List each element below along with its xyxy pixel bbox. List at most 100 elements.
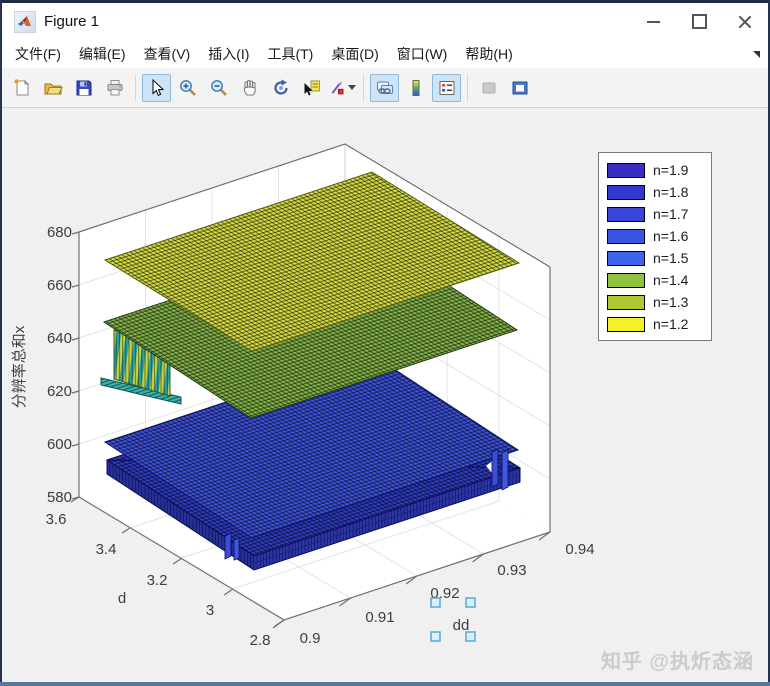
d-tick: 3: [206, 602, 214, 619]
dd-tick: 0.9: [300, 630, 321, 647]
brush-dropdown-icon[interactable]: [348, 85, 356, 90]
hide-plot-tools-button: [474, 74, 503, 102]
z-tick: 580: [47, 489, 72, 506]
data-cursor-icon: [304, 80, 320, 95]
legend-swatch: [607, 206, 645, 222]
open-file-button[interactable]: [38, 74, 67, 102]
legend-swatch: [607, 228, 645, 244]
legend-swatch: [607, 184, 645, 200]
dd-tick: 0.91: [365, 609, 394, 626]
toolbar-separator: [467, 74, 468, 101]
legend-icon: [439, 80, 454, 95]
toolbar: [2, 68, 768, 108]
d-axis-label[interactable]: d: [118, 590, 126, 607]
legend-item: n=1.6: [607, 225, 703, 247]
toolbar-separator: [135, 74, 136, 101]
matlab-logo-icon: [14, 10, 36, 33]
link-plot-icon: [376, 81, 393, 94]
window-border-bottom: [0, 682, 770, 686]
menu-desktop[interactable]: 桌面(D): [322, 40, 387, 68]
minimize-button[interactable]: [630, 3, 676, 40]
d-tick: 2.8: [250, 632, 271, 649]
z-axis-label[interactable]: 分辨率总和x: [11, 325, 28, 408]
brush-icon: [331, 81, 344, 94]
edit-arrow-button[interactable]: [142, 73, 171, 102]
legend-label: n=1.5: [653, 250, 689, 266]
menubar-overflow-icon[interactable]: [753, 50, 760, 58]
z-tick: 620: [47, 383, 72, 400]
zoom-in-button[interactable]: [173, 74, 202, 102]
menu-help[interactable]: 帮助(H): [456, 40, 521, 68]
close-icon: [738, 15, 752, 29]
save-figure-button[interactable]: [69, 74, 98, 102]
arrow-cursor-icon: [152, 78, 164, 96]
link-plot-button[interactable]: [370, 73, 399, 102]
menu-insert[interactable]: 插入(I): [199, 40, 258, 68]
titlebar: Figure 1: [2, 3, 768, 40]
show-plot-tools-dock-button[interactable]: [505, 74, 534, 102]
colorbar-icon: [412, 79, 419, 96]
legend-item: n=1.7: [607, 203, 703, 225]
legend-item: n=1.4: [607, 269, 703, 291]
window-title: Figure 1: [44, 13, 100, 30]
legend-swatch: [607, 316, 645, 332]
legend-label: n=1.8: [653, 184, 689, 200]
legend-swatch: [607, 272, 645, 288]
d-tick: 3.6: [46, 511, 67, 528]
save-figure-icon: [76, 80, 91, 95]
maximize-button[interactable]: [676, 3, 722, 40]
pan-button[interactable]: [235, 74, 264, 102]
d-tick: 3.4: [96, 541, 117, 558]
d-tick: 3.2: [147, 572, 168, 589]
maximize-icon: [691, 14, 707, 29]
legend-item: n=1.2: [607, 313, 703, 335]
menu-tools[interactable]: 工具(T): [258, 40, 322, 68]
z-tick: 640: [47, 330, 72, 347]
legend[interactable]: n=1.9 n=1.8 n=1.7 n=1.6 n=1.5 n=1.4 n=1.…: [598, 152, 712, 341]
print-figure-button[interactable]: [100, 74, 129, 102]
legend-label: n=1.2: [653, 316, 689, 332]
hide-plot-tools-icon: [482, 82, 495, 93]
zoom-out-button[interactable]: [204, 74, 233, 102]
legend-item: n=1.3: [607, 291, 703, 313]
dd-tick: 0.93: [497, 562, 526, 579]
z-tick: 680: [47, 224, 72, 241]
insert-legend-button[interactable]: [432, 73, 461, 102]
legend-swatch: [607, 250, 645, 266]
legend-label: n=1.4: [653, 272, 689, 288]
new-figure-button[interactable]: [7, 74, 36, 102]
watermark: 知乎 @执炘态涵: [600, 651, 754, 673]
legend-item: n=1.5: [607, 247, 703, 269]
new-figure-icon: [13, 78, 29, 95]
rotate-3d-icon: [273, 79, 288, 95]
figure-window: Figure 1 文件(F) 编辑(E) 查看(V) 插入(I) 工具(T) 桌…: [0, 0, 770, 686]
legend-label: n=1.7: [653, 206, 689, 222]
menu-file[interactable]: 文件(F): [6, 40, 70, 68]
legend-item: n=1.8: [607, 181, 703, 203]
menu-edit[interactable]: 编辑(E): [70, 40, 135, 68]
z-tick: 660: [47, 277, 72, 294]
pan-hand-icon: [243, 79, 256, 95]
legend-swatch: [607, 294, 645, 310]
legend-swatch: [607, 162, 645, 178]
zoom-out-icon: [210, 79, 227, 96]
legend-item: n=1.9: [607, 159, 703, 181]
dock-figure-icon: [512, 81, 527, 94]
z-tick: 600: [47, 436, 72, 453]
rotate-3d-button[interactable]: [266, 74, 295, 102]
open-file-icon: [44, 83, 63, 94]
data-cursor-button[interactable]: [297, 74, 326, 102]
menubar: 文件(F) 编辑(E) 查看(V) 插入(I) 工具(T) 桌面(D) 窗口(W…: [2, 40, 768, 68]
zoom-in-icon: [179, 79, 196, 96]
legend-label: n=1.6: [653, 228, 689, 244]
toolbar-separator: [363, 74, 364, 101]
minimize-icon: [646, 20, 660, 23]
menu-view[interactable]: 查看(V): [135, 40, 200, 68]
figure-canvas: 580 600 620 640 660 680 3.6 3.4 3.2 3 2.…: [2, 108, 768, 682]
menu-window[interactable]: 窗口(W): [388, 40, 457, 68]
close-button[interactable]: [722, 3, 768, 40]
brush-button[interactable]: [328, 74, 357, 102]
legend-label: n=1.9: [653, 162, 689, 178]
print-figure-icon: [107, 79, 122, 95]
insert-colorbar-button[interactable]: [401, 74, 430, 102]
